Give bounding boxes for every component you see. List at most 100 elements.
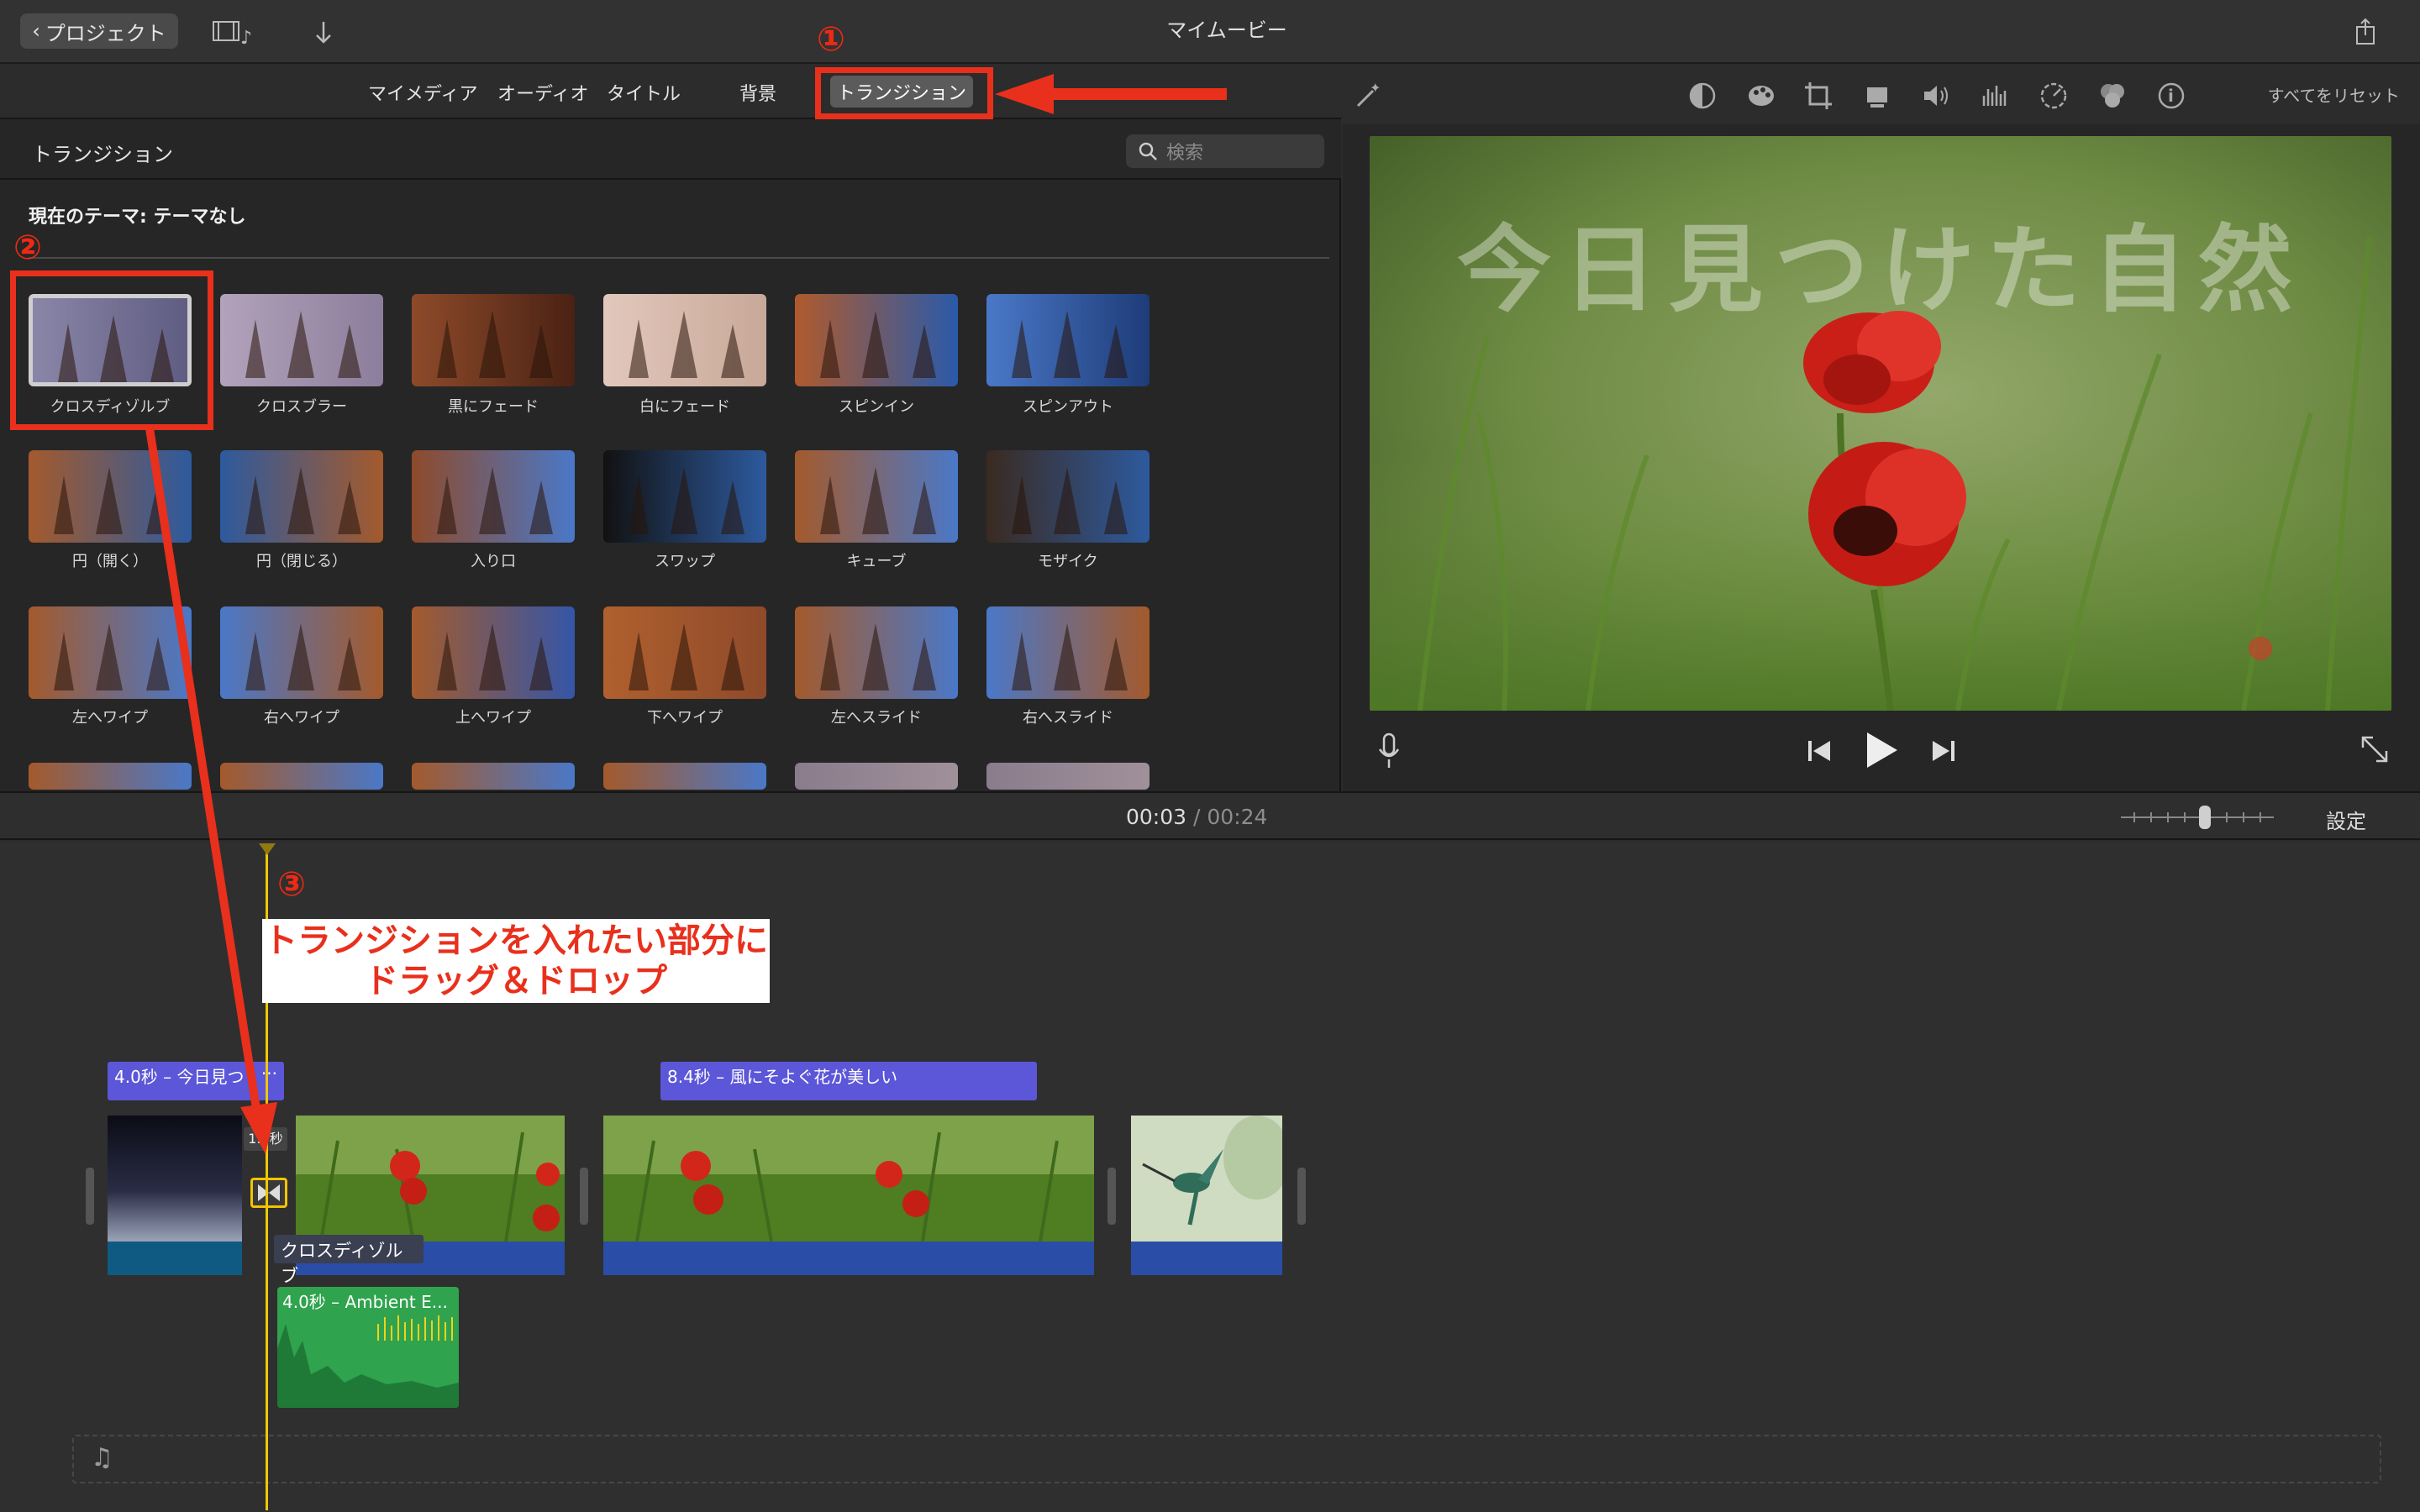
filter-icon[interactable] xyxy=(2097,81,2128,111)
voiceover-icon[interactable] xyxy=(1376,732,1402,769)
info-icon[interactable]: i xyxy=(2156,81,2186,111)
transition-tile-label: 右へワイプ xyxy=(264,709,339,727)
speed-icon[interactable] xyxy=(2039,81,2069,111)
video-clip-1[interactable] xyxy=(108,1116,242,1275)
audio-clip[interactable]: 4.0秒 – Ambient E... xyxy=(277,1287,459,1408)
divider xyxy=(29,257,1329,259)
step1-arrow xyxy=(995,74,1227,114)
transition-tile[interactable] xyxy=(412,450,575,543)
clip-edge-handle[interactable] xyxy=(1297,1168,1306,1225)
transition-tile[interactable] xyxy=(220,294,383,386)
transition-tile-label: 黒にフェード xyxy=(448,398,539,416)
transition-thumbnail xyxy=(795,294,958,386)
timeline-toolbar: 00:03 / 00:24 設定 xyxy=(0,791,2420,840)
transition-thumbnail xyxy=(412,294,575,386)
volume-icon[interactable] xyxy=(1921,81,1951,111)
viewer: ✦ i すべてをリセット 今日見つけた自然 xyxy=(1343,64,2420,791)
video-clip-4[interactable] xyxy=(1131,1116,1282,1275)
zoom-slider[interactable] xyxy=(2118,803,2277,832)
import-icon[interactable] xyxy=(313,18,334,47)
tab-titles[interactable]: タイトル xyxy=(607,79,681,106)
step1-number: ① xyxy=(817,20,845,59)
clip-1-audio xyxy=(108,1242,242,1275)
transition-tile[interactable] xyxy=(29,450,192,543)
transition-tile[interactable] xyxy=(220,450,383,543)
transition-tile[interactable] xyxy=(220,606,383,699)
tab-audio[interactable]: オーディオ xyxy=(497,79,588,106)
transition-tile[interactable] xyxy=(412,606,575,699)
tab-my-media[interactable]: マイメディア xyxy=(368,79,477,106)
skip-back-icon[interactable] xyxy=(1805,738,1833,764)
transition-tile[interactable] xyxy=(795,606,958,699)
transition-tile[interactable] xyxy=(986,606,1150,699)
theme-label: 現在のテーマ: テーマなし xyxy=(29,207,246,228)
title-clip-1[interactable]: 4.0秒 – 今日見つ ··· xyxy=(108,1062,284,1100)
transition-tile[interactable] xyxy=(603,606,766,699)
transition-tile-partial[interactable] xyxy=(412,763,575,790)
transition-tile[interactable] xyxy=(412,294,575,386)
browser-title: トランジション xyxy=(32,143,173,166)
timecode: 00:03 / 00:24 xyxy=(1126,805,1267,829)
share-icon[interactable] xyxy=(2353,17,2378,47)
svg-text:i: i xyxy=(2168,86,2174,106)
transition-tile-label: 右へスライド xyxy=(1023,709,1113,727)
tab-backgrounds[interactable]: 背景 xyxy=(739,79,776,106)
color-balance-icon[interactable] xyxy=(1687,81,1718,111)
viewer-toolbar: ✦ i すべてをリセット xyxy=(1343,64,2420,124)
music-track[interactable]: ♫ xyxy=(72,1435,2381,1483)
transition-tile[interactable] xyxy=(603,294,766,386)
transition-thumbnail xyxy=(986,450,1150,543)
transition-thumbnail xyxy=(795,450,958,543)
clip-edge-handle[interactable] xyxy=(580,1168,588,1225)
transition-tile[interactable] xyxy=(986,294,1150,386)
svg-text:✦: ✦ xyxy=(1370,81,1381,96)
play-icon[interactable] xyxy=(1862,731,1899,769)
transition-label: クロスディゾルブ xyxy=(274,1235,424,1286)
transition-tile-label: 円（閉じる） xyxy=(256,553,347,570)
transition-tile[interactable] xyxy=(603,450,766,543)
skip-forward-icon[interactable] xyxy=(1929,738,1958,764)
window-title: マイムービー xyxy=(1166,18,1287,42)
transition-tile-partial[interactable] xyxy=(603,763,766,790)
transition-tile[interactable] xyxy=(795,450,958,543)
color-correction-icon[interactable] xyxy=(1746,81,1776,111)
transition-marker[interactable] xyxy=(250,1178,287,1208)
transition-tile-label: 円（開く） xyxy=(72,553,148,570)
magic-wand-icon[interactable]: ✦ xyxy=(1353,81,1383,111)
crop-icon[interactable] xyxy=(1803,81,1833,111)
title-clip-1-label: 4.0秒 – 今日見つ xyxy=(114,1067,245,1087)
transition-thumbnail xyxy=(603,606,766,699)
transition-icon xyxy=(258,1184,280,1201)
transition-tile-partial[interactable] xyxy=(986,763,1150,790)
fullscreen-icon[interactable] xyxy=(2358,732,2391,766)
transition-tile-partial[interactable] xyxy=(29,763,192,790)
transition-tile-partial[interactable] xyxy=(795,763,958,790)
title-clip-2[interactable]: 8.4秒 – 風にそよぐ花が美しい xyxy=(660,1062,1037,1100)
media-icon[interactable]: ♪ xyxy=(212,18,254,47)
reset-all-button[interactable]: すべてをリセット xyxy=(2268,82,2400,107)
transition-tile[interactable] xyxy=(986,450,1150,543)
transition-thumbnail xyxy=(29,450,192,543)
search-field[interactable]: 検索 xyxy=(1126,134,1324,168)
stabilization-icon[interactable] xyxy=(1862,81,1892,111)
projects-back-button[interactable]: ‹ プロジェクト xyxy=(20,13,178,49)
transition-tile-label: キューブ xyxy=(846,553,907,570)
video-clip-3[interactable] xyxy=(603,1116,1094,1275)
clip-4-thumbnail xyxy=(1131,1116,1282,1242)
search-placeholder: 検索 xyxy=(1166,143,1204,164)
equalizer-icon[interactable] xyxy=(1980,81,2010,111)
clip-edge-handle[interactable] xyxy=(1107,1168,1116,1225)
projects-back-label: プロジェクト xyxy=(45,21,166,45)
current-time: 00:03 xyxy=(1126,805,1187,829)
transition-thumbnail xyxy=(412,450,575,543)
transition-tile-label: スピンイン xyxy=(839,398,914,416)
transition-tile-label: 下へワイプ xyxy=(647,709,723,727)
transition-tile[interactable] xyxy=(795,294,958,386)
clip-edge-handle[interactable] xyxy=(86,1168,94,1225)
audio-clip-label: 4.0秒 – Ambient E... xyxy=(282,1292,448,1312)
playhead-handle-icon[interactable] xyxy=(257,842,277,862)
transition-tile-partial[interactable] xyxy=(220,763,383,790)
preview-image: 今日見つけた自然 xyxy=(1370,136,2391,711)
transition-tile[interactable] xyxy=(29,606,192,699)
timeline-settings-button[interactable]: 設定 xyxy=(2326,805,2366,834)
